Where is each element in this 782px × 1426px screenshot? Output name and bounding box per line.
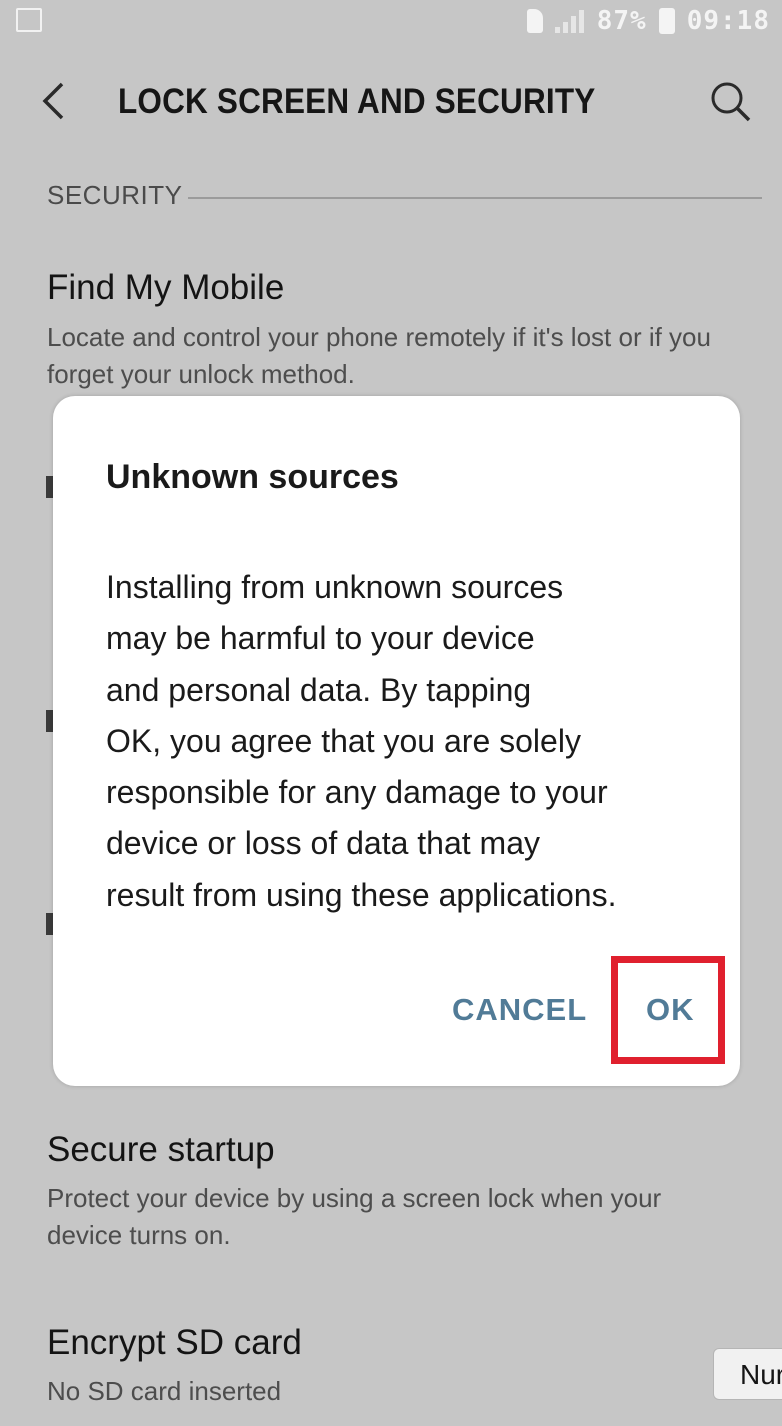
battery-icon [658,8,675,34]
secure-startup-subtitle: Protect your device by using a screen lo… [47,1183,662,1250]
section-divider [188,197,762,199]
status-icons: 87% 09:18 [526,6,770,36]
dialog-title: Unknown sources [106,458,399,496]
encrypt-sd-card-subtitle: No SD card inserted [47,1376,282,1406]
page-title: LOCK SCREEN AND SECURITY [118,82,596,121]
find-my-mobile-subtitle: Locate and control your phone remotely i… [47,322,711,389]
search-icon [711,82,751,122]
chevron-left-icon [42,82,64,120]
encrypt-sd-card-title[interactable]: Encrypt SD card [47,1323,302,1363]
ok-highlight-box [611,956,725,1064]
section-header: SECURITY [47,180,183,210]
sim-icon [526,9,543,33]
status-bar: 87% 09:18 [0,0,782,44]
notification-icon [16,8,42,32]
find-my-mobile-title[interactable]: Find My Mobile [47,268,284,308]
cancel-button[interactable]: CANCEL [452,992,587,1028]
clock: 09:18 [686,6,770,36]
signal-icon [554,9,585,33]
secure-startup-title[interactable]: Secure startup [47,1130,275,1170]
search-button[interactable] [706,78,754,126]
battery-percent: 87% [596,6,647,36]
side-pill-button[interactable]: Nur [713,1348,782,1400]
dialog-message: Installing from unknown sources may be h… [106,569,617,913]
back-button[interactable] [38,76,78,126]
